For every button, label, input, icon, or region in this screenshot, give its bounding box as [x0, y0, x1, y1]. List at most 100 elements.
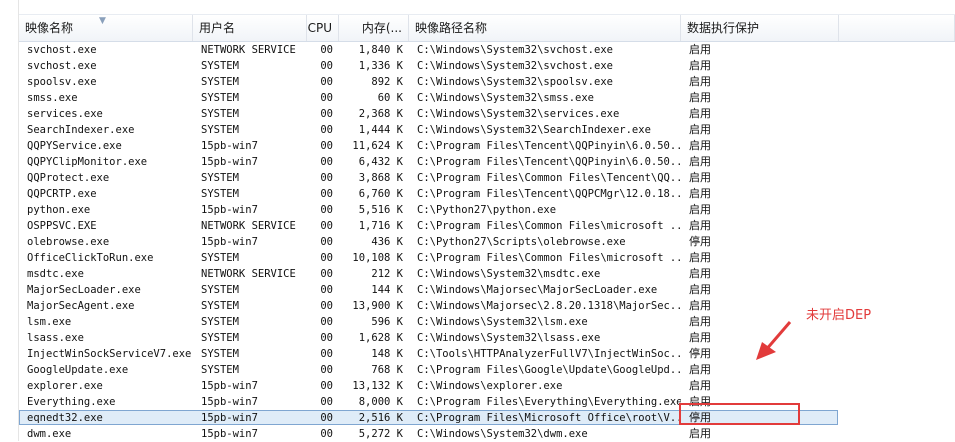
table-row[interactable]: MajorSecLoader.exe SYSTEM 00 144 K C:\Window… — [19, 282, 955, 298]
cell-user-name: SYSTEM — [201, 172, 239, 184]
cell-memory: 212 K — [371, 268, 403, 280]
annotation-arrow-icon — [756, 321, 792, 360]
table-row[interactable]: python.exe 15pb-win7 00 5,516 K C:\Python27\… — [19, 202, 955, 218]
cell-cpu: 00 — [320, 268, 333, 280]
cell-image-path: C:\Windows\System32\SearchIndexer.exe — [417, 124, 651, 136]
cell-memory: 6,432 K — [358, 156, 403, 168]
cell-cpu: 00 — [320, 300, 333, 312]
cell-image-name: explorer.exe — [27, 380, 103, 392]
cell-image-name: Everything.exe — [27, 396, 116, 408]
cell-image-path: C:\Program Files\Common Files\microsoft … — [417, 252, 681, 264]
table-row[interactable]: smss.exe SYSTEM 00 60 K C:\Windows\System32\… — [19, 90, 955, 106]
cell-cpu: 00 — [320, 172, 333, 184]
table-row[interactable]: dwm.exe 15pb-win7 00 5,272 K C:\Windows\Syst… — [19, 426, 955, 442]
cell-image-name: OfficeClickToRun.exe — [27, 252, 154, 264]
table-row[interactable]: msdtc.exe NETWORK SERVICE 00 212 K C:\Window… — [19, 266, 955, 282]
cell-memory: 6,760 K — [358, 188, 403, 200]
cell-cpu: 00 — [320, 396, 333, 408]
cell-dep: 启用 — [689, 267, 711, 280]
table-row[interactable]: explorer.exe 15pb-win7 00 13,132 K C:\Window… — [19, 378, 955, 394]
cell-image-path: C:\Windows\System32\lsass.exe — [417, 332, 601, 344]
cell-user-name: SYSTEM — [201, 348, 239, 360]
cell-dep: 启用 — [689, 59, 711, 72]
table-body: svchost.exe NETWORK SERVICE 00 1,840 K C:\Wi… — [19, 42, 955, 442]
cell-user-name: SYSTEM — [201, 364, 239, 376]
cell-image-name: MajorSecAgent.exe — [27, 300, 135, 312]
table-row[interactable]: QQPCRTP.exe SYSTEM 00 6,760 K C:\Program Fil… — [19, 186, 955, 202]
cell-cpu: 00 — [320, 76, 333, 88]
table-header: 映像名称 ▼ 用户名 CPU 内存(... 映像路径名称 数据执行保护 — [19, 14, 955, 42]
cell-memory: 5,516 K — [358, 204, 403, 216]
cell-user-name: 15pb-win7 — [201, 204, 258, 216]
cell-image-name: svchost.exe — [27, 60, 97, 72]
cell-memory: 144 K — [371, 284, 403, 296]
cell-image-path: C:\Windows\System32\smss.exe — [417, 92, 595, 104]
column-header-image-name[interactable]: 映像名称 — [19, 15, 193, 41]
cell-image-name: eqnedt32.exe — [27, 412, 103, 424]
cell-user-name: SYSTEM — [201, 188, 239, 200]
cell-user-name: 15pb-win7 — [201, 412, 258, 424]
cell-memory: 5,272 K — [358, 428, 403, 440]
cell-image-path: C:\Python27\python.exe — [417, 204, 557, 216]
cell-image-name: lsass.exe — [27, 332, 84, 344]
table-row[interactable]: olebrowse.exe 15pb-win7 00 436 K C:\Python27… — [19, 234, 955, 250]
cell-cpu: 00 — [320, 332, 333, 344]
cell-dep: 启用 — [689, 75, 711, 88]
cell-cpu: 00 — [320, 60, 333, 72]
cell-user-name: NETWORK SERVICE — [201, 220, 296, 232]
cell-memory: 13,132 K — [352, 380, 403, 392]
table-row[interactable]: svchost.exe NETWORK SERVICE 00 1,840 K C:\Wi… — [19, 42, 955, 58]
cell-image-name: MajorSecLoader.exe — [27, 284, 141, 296]
cell-image-name: QQProtect.exe — [27, 172, 110, 184]
table-row[interactable]: SearchIndexer.exe SYSTEM 00 1,444 K C:\Windo… — [19, 122, 955, 138]
cell-image-path: C:\Program Files\Tencent\QQPinyin\6.0.50… — [417, 156, 681, 168]
column-header-dep[interactable]: 数据执行保护 — [681, 15, 839, 41]
table-row[interactable]: lsass.exe SYSTEM 00 1,628 K C:\Windows\Syste… — [19, 330, 955, 346]
cell-cpu: 00 — [320, 412, 333, 424]
column-header-memory[interactable]: 内存(... — [339, 15, 409, 41]
cell-image-path: C:\Windows\System32\msdtc.exe — [417, 268, 601, 280]
cell-user-name: 15pb-win7 — [201, 396, 258, 408]
cell-dep: 停用 — [689, 235, 711, 248]
process-table: 映像名称 ▼ 用户名 CPU 内存(... 映像路径名称 数据执行保护 svch… — [19, 14, 955, 442]
cell-user-name: SYSTEM — [201, 252, 239, 264]
cell-user-name: 15pb-win7 — [201, 156, 258, 168]
cell-dep: 启用 — [689, 251, 711, 264]
cell-image-name: msdtc.exe — [27, 268, 84, 280]
cell-user-name: SYSTEM — [201, 108, 239, 120]
cell-dep: 启用 — [689, 171, 711, 184]
table-row[interactable]: InjectWinSockServiceV7.exe SYSTEM 00 148 K C… — [19, 346, 955, 362]
cell-user-name: SYSTEM — [201, 284, 239, 296]
table-row[interactable]: QQPYService.exe 15pb-win7 00 11,624 K C:\Pro… — [19, 138, 955, 154]
column-header-cpu[interactable]: CPU — [307, 15, 339, 41]
left-panel-edge — [0, 0, 19, 441]
cell-image-path: C:\Program Files\Tencent\QQPCMgr\12.0.18… — [417, 188, 681, 200]
column-header-image-path[interactable]: 映像路径名称 — [409, 15, 681, 41]
cell-image-path: C:\Windows\System32\svchost.exe — [417, 44, 613, 56]
sort-indicator-icon: ▼ — [99, 16, 106, 26]
cell-dep: 启用 — [689, 91, 711, 104]
cell-image-path: C:\Windows\explorer.exe — [417, 380, 563, 392]
cell-dep: 启用 — [689, 123, 711, 136]
table-row[interactable]: OSPPSVC.EXE NETWORK SERVICE 00 1,716 K C:\Pr… — [19, 218, 955, 234]
table-row[interactable]: svchost.exe SYSTEM 00 1,336 K C:\Windows\Sys… — [19, 58, 955, 74]
cell-dep: 启用 — [689, 107, 711, 120]
column-header-empty — [839, 15, 955, 41]
cell-image-name: spoolsv.exe — [27, 76, 97, 88]
table-row[interactable]: OfficeClickToRun.exe SYSTEM 00 10,108 K C:\P… — [19, 250, 955, 266]
cell-memory: 1,628 K — [358, 332, 403, 344]
cell-memory: 1,444 K — [358, 124, 403, 136]
table-row[interactable]: Everything.exe 15pb-win7 00 8,000 K C:\Progr… — [19, 394, 955, 410]
cell-image-name: GoogleUpdate.exe — [27, 364, 129, 376]
column-header-user-name[interactable]: 用户名 — [193, 15, 307, 41]
table-row[interactable]: QQPYClipMonitor.exe 15pb-win7 00 6,432 K C:\… — [19, 154, 955, 170]
table-row[interactable]: QQProtect.exe SYSTEM 00 3,868 K C:\Program F… — [19, 170, 955, 186]
table-row[interactable]: spoolsv.exe SYSTEM 00 892 K C:\Windows\Syste… — [19, 74, 955, 90]
table-row[interactable]: services.exe SYSTEM 00 2,368 K C:\Windows\Sy… — [19, 106, 955, 122]
cell-memory: 13,900 K — [352, 300, 403, 312]
cell-cpu: 00 — [320, 156, 333, 168]
cell-image-name: OSPPSVC.EXE — [27, 220, 97, 232]
table-row[interactable]: eqnedt32.exe 15pb-win7 00 2,516 K C:\Program… — [19, 410, 955, 426]
cell-cpu: 00 — [320, 108, 333, 120]
table-row[interactable]: GoogleUpdate.exe SYSTEM 00 768 K C:\Program … — [19, 362, 955, 378]
